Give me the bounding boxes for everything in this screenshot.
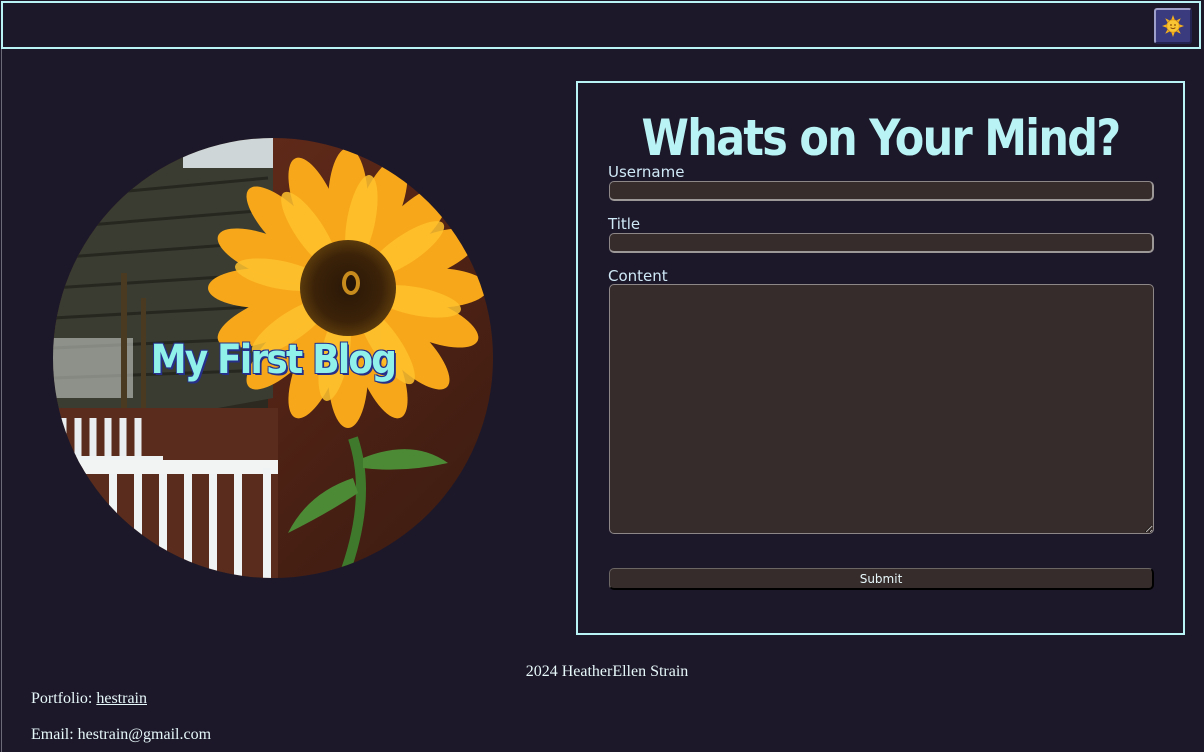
blog-title: My First Blog [150,337,397,383]
footer-email: Email: hestrain@gmail.com [31,726,212,743]
footer-credit: 2024 HeatherEllen Strain [525,663,689,680]
title-label: Title [608,215,641,233]
submit-button[interactable]: Submit [609,568,1154,590]
username-label: Username [608,163,685,181]
form-heading: Whats on Your Mind? [641,109,1121,167]
portfolio-label: Portfolio: [31,690,93,707]
left-border-line [1,49,2,752]
theme-toggle-button[interactable] [1154,8,1192,44]
page: My First Blog Whats on Your Mind? Userna… [0,0,1204,752]
portfolio-link[interactable]: hestrain [96,690,147,707]
top-nav-bar [1,1,1201,49]
content-textarea[interactable] [609,284,1154,534]
content-label: Content [608,267,668,285]
new-post-form: Whats on Your Mind? Username Title Conte… [576,81,1185,635]
footer-portfolio: Portfolio: hestrain [31,689,147,709]
sun-icon [1162,15,1184,37]
title-input[interactable] [609,233,1154,253]
username-input[interactable] [609,181,1154,201]
